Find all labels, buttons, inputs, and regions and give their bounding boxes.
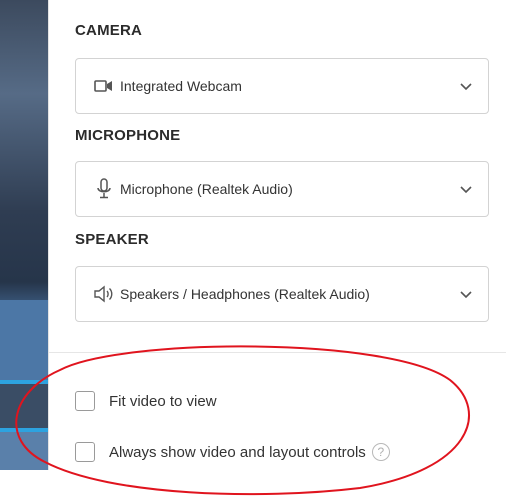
section-divider bbox=[49, 352, 506, 353]
microphone-icon bbox=[92, 177, 116, 201]
video-band bbox=[0, 300, 48, 380]
fit-video-label[interactable]: Fit video to view bbox=[109, 393, 217, 410]
always-show-controls-option[interactable]: Always show video and layout controls ? bbox=[75, 440, 390, 464]
fit-video-checkbox[interactable] bbox=[75, 391, 95, 411]
camera-section-label: CAMERA bbox=[75, 22, 143, 39]
speaker-icon bbox=[92, 282, 116, 306]
microphone-section-label: MICROPHONE bbox=[75, 127, 181, 144]
bottom-blank-area bbox=[0, 470, 506, 502]
camera-selected-value: Integrated Webcam bbox=[120, 78, 242, 94]
speaker-section-label: SPEAKER bbox=[75, 231, 149, 248]
chevron-down-icon bbox=[458, 181, 474, 197]
device-settings-screen: CAMERA Integrated Webcam MICROPHONE Micr… bbox=[0, 0, 506, 502]
microphone-select[interactable]: Microphone (Realtek Audio) bbox=[75, 161, 489, 217]
speaker-select[interactable]: Speakers / Headphones (Realtek Audio) bbox=[75, 266, 489, 322]
always-show-controls-label[interactable]: Always show video and layout controls bbox=[109, 444, 366, 461]
microphone-selected-value: Microphone (Realtek Audio) bbox=[120, 181, 293, 197]
video-background-strip bbox=[0, 0, 48, 470]
video-camera-icon bbox=[92, 74, 116, 98]
chevron-down-icon bbox=[458, 78, 474, 94]
speaker-selected-value: Speakers / Headphones (Realtek Audio) bbox=[120, 286, 370, 302]
fit-video-option[interactable]: Fit video to view bbox=[75, 389, 217, 413]
video-band bbox=[0, 432, 48, 470]
video-band bbox=[0, 384, 48, 428]
chevron-down-icon bbox=[458, 286, 474, 302]
always-show-controls-checkbox[interactable] bbox=[75, 442, 95, 462]
help-icon[interactable]: ? bbox=[371, 443, 390, 461]
camera-select[interactable]: Integrated Webcam bbox=[75, 58, 489, 114]
settings-panel: CAMERA Integrated Webcam MICROPHONE Micr… bbox=[48, 0, 506, 470]
